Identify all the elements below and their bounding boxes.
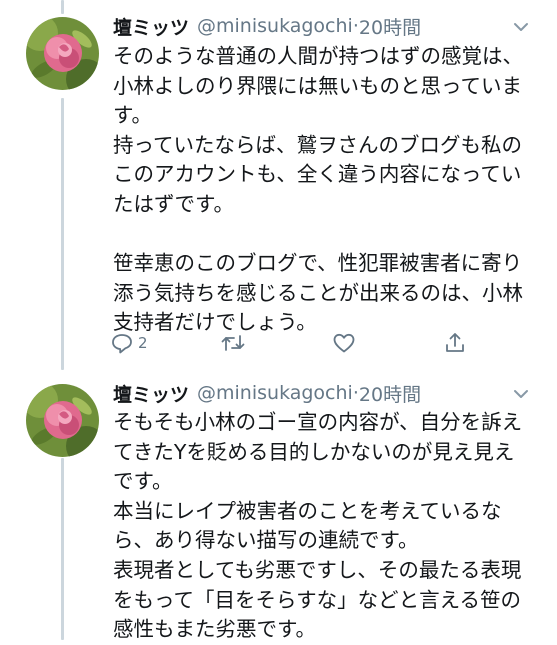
- chevron-down-icon[interactable]: [510, 16, 532, 38]
- tweet-1[interactable]: 壇ミッツ @minisukagochi · 20時間 そのような普通の人間が持つ…: [0, 0, 557, 370]
- avatar[interactable]: [26, 17, 99, 90]
- author-handle[interactable]: @minisukagochi: [197, 382, 353, 404]
- share-button[interactable]: [443, 328, 467, 358]
- reply-icon: [112, 334, 132, 354]
- like-button[interactable]: [332, 328, 356, 358]
- rose-avatar-icon: [26, 384, 99, 457]
- reply-button[interactable]: 2: [110, 328, 148, 358]
- timestamp[interactable]: 20時間: [359, 380, 421, 407]
- share-icon: [446, 333, 464, 352]
- timestamp[interactable]: 20時間: [359, 13, 421, 40]
- tweet-header: 壇ミッツ @minisukagochi · 20時間: [113, 378, 421, 408]
- avatar[interactable]: [26, 384, 99, 457]
- tweet-header: 壇ミッツ @minisukagochi · 20時間: [113, 11, 421, 41]
- chevron-down-icon[interactable]: [510, 383, 532, 405]
- tweet-actions: 2: [110, 328, 490, 358]
- tweet-text: そのような普通の人間が持つはずの感覚は、小林よしのり界隈には無いものと思っていま…: [113, 44, 523, 335]
- reply-count: 2: [138, 334, 148, 352]
- rose-avatar-icon: [26, 17, 99, 90]
- author-name[interactable]: 壇ミッツ: [113, 380, 189, 407]
- tweet-2[interactable]: 壇ミッツ @minisukagochi · 20時間 そもそも小林のゴー宣の内容…: [0, 372, 557, 641]
- author-name[interactable]: 壇ミッツ: [113, 13, 189, 40]
- tweet-text: そもそも小林のゴー宣の内容が、自分を訴えてきたYを貶める目的しかないのが見え見え…: [113, 410, 523, 642]
- like-icon: [333, 333, 355, 353]
- author-handle[interactable]: @minisukagochi: [197, 15, 353, 37]
- retweet-icon: [221, 335, 245, 351]
- retweet-button[interactable]: [220, 328, 246, 358]
